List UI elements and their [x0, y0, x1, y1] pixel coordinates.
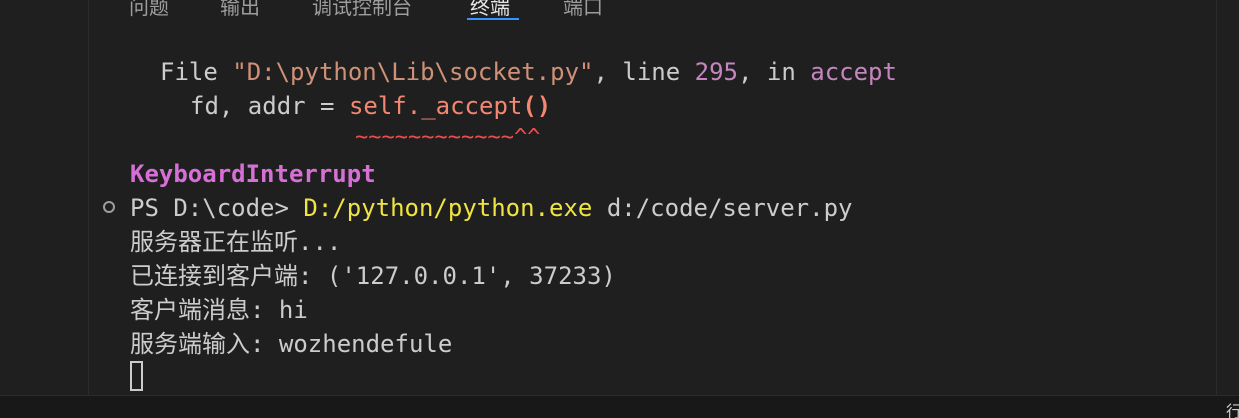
- output-connected: 已连接到客户端: ('127.0.0.1', 37233): [130, 262, 616, 290]
- traceback-file-prefix: File: [160, 58, 233, 86]
- command-decoration-circle-icon[interactable]: [103, 201, 115, 213]
- output-server-input: 服务端输入: wozhendefule: [130, 330, 453, 358]
- code-call: self._accept: [348, 92, 523, 120]
- keyboard-interrupt: KeyboardInterrupt: [130, 160, 376, 188]
- output-client-message: 客户端消息: hi: [130, 296, 308, 324]
- terminal-cursor: [130, 361, 143, 391]
- vscode-panel: 问题 输出 调试控制台 终端 端口 File "D:\python\Lib\so…: [0, 0, 1239, 418]
- traceback-line-number: 295: [694, 58, 738, 86]
- traceback-file-path: "D:\python\Lib\socket.py": [232, 58, 594, 86]
- traceback-file-line: File "D:\python\Lib\socket.py", line 295…: [160, 55, 897, 89]
- prompt: PS D:\code>: [130, 194, 304, 222]
- status-bar: [0, 395, 1239, 418]
- traceback-function: accept: [810, 58, 897, 86]
- error-underline: ~~~~~~~~~~~~^^: [355, 125, 541, 150]
- traceback-line-label: , line: [593, 58, 695, 86]
- command-exe: D:/python/python.exe: [303, 194, 593, 222]
- code-left: fd, addr =: [190, 92, 349, 120]
- prompt-line: PS D:\code> D:/python/python.exe d:/code…: [130, 191, 852, 225]
- status-bar-right-item[interactable]: 行: [1226, 398, 1239, 418]
- traceback-code-line: fd, addr = self._accept(): [190, 89, 551, 123]
- command-arg: d:/code/server.py: [592, 194, 853, 222]
- traceback-in-label: , in: [738, 58, 811, 86]
- code-parens: (): [522, 92, 552, 120]
- terminal-output[interactable]: File "D:\python\Lib\socket.py", line 295…: [0, 0, 1239, 395]
- output-listening: 服务器正在监听...: [130, 228, 342, 256]
